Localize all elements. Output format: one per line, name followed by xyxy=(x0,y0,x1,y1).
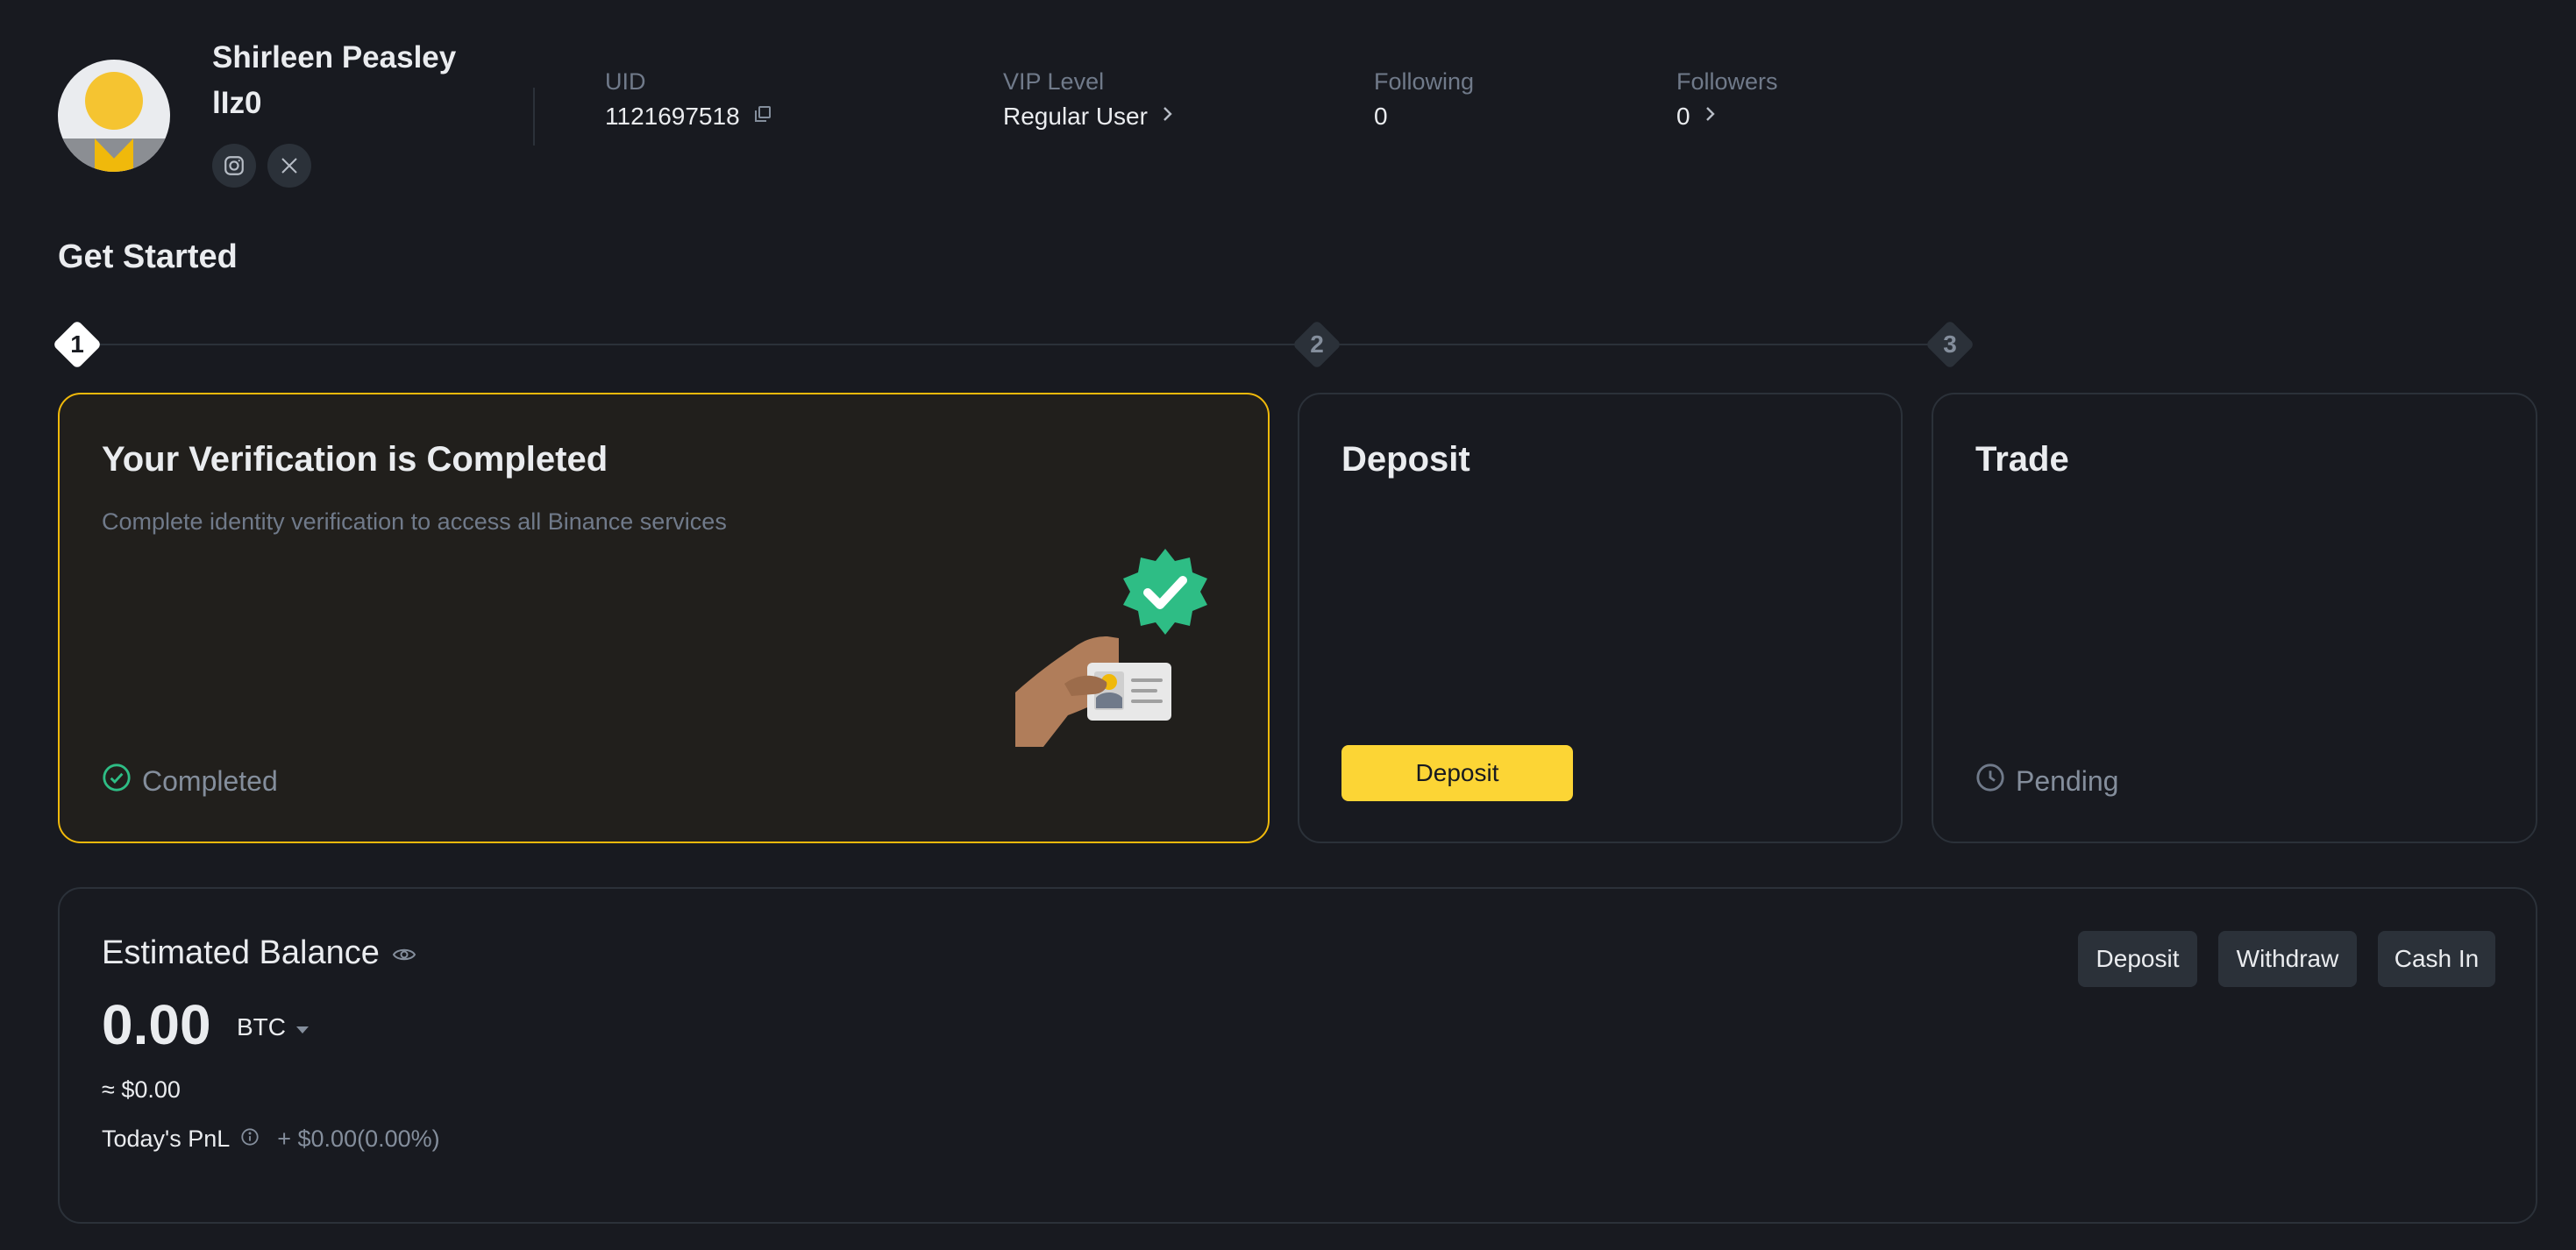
pnl-row: Today's PnL + $0.00(0.00%) xyxy=(102,1126,440,1153)
vip-block[interactable]: VIP Level Regular User xyxy=(1003,68,1174,131)
header-divider xyxy=(533,88,535,146)
verification-description: Complete identity verification to access… xyxy=(102,508,727,535)
x-icon[interactable] xyxy=(267,144,311,188)
deposit-button[interactable]: Deposit xyxy=(1341,745,1573,801)
step-2-number: 2 xyxy=(1310,330,1324,358)
trade-status: Pending xyxy=(1975,763,2118,799)
vip-label: VIP Level xyxy=(1003,68,1105,95)
copy-icon[interactable] xyxy=(752,103,773,131)
balance-amount: 0.00 xyxy=(102,993,211,1056)
avatar[interactable] xyxy=(58,60,170,172)
withdraw-button[interactable]: Withdraw xyxy=(2218,931,2357,987)
username: Shirleen Peasley lIz0 xyxy=(212,40,457,120)
verification-title: Your Verification is Completed xyxy=(102,440,608,479)
verification-status: Completed xyxy=(102,763,278,799)
step-3-number: 3 xyxy=(1943,330,1957,358)
currency-value: BTC xyxy=(237,1013,286,1040)
followers-label: Followers xyxy=(1676,68,1778,95)
verification-card[interactable]: Your Verification is Completed Complete … xyxy=(58,393,1270,843)
following-label: Following xyxy=(1374,68,1475,95)
clock-icon xyxy=(1975,763,2005,799)
balance-title: Estimated Balance xyxy=(102,934,380,971)
stepper-line xyxy=(93,344,1298,345)
chevron-right-icon[interactable] xyxy=(1160,103,1174,131)
get-started-title: Get Started xyxy=(58,238,238,275)
uid-block: UID 1121697518 xyxy=(605,68,773,131)
uid-label: UID xyxy=(605,68,646,95)
pnl-label: Today's PnL xyxy=(102,1126,231,1152)
check-circle-icon xyxy=(102,763,132,799)
uid-value: 1121697518 xyxy=(605,103,740,130)
trade-card-title: Trade xyxy=(1975,440,2069,479)
verification-status-text: Completed xyxy=(142,764,278,797)
caret-down-icon xyxy=(295,1013,310,1041)
stepper-line xyxy=(1334,344,1931,345)
cash-in-button[interactable]: Cash In xyxy=(2378,931,2495,987)
info-icon[interactable] xyxy=(240,1126,260,1153)
id-verification-illustration xyxy=(1015,549,1207,747)
step-1-number: 1 xyxy=(70,330,84,358)
step-2-marker: 2 xyxy=(1292,319,1342,370)
step-3-marker: 3 xyxy=(1925,319,1975,370)
deposit-card[interactable]: Deposit Deposit xyxy=(1298,393,1903,843)
vip-value[interactable]: Regular User xyxy=(1003,103,1148,131)
estimated-balance-panel: Estimated Balance 0.00 BTC ≈ $0.00 Today… xyxy=(58,887,2537,1224)
chevron-right-icon[interactable] xyxy=(1703,103,1717,131)
following-value: 0 xyxy=(1374,103,1388,130)
pnl-value: + $0.00(0.00%) xyxy=(277,1126,440,1152)
following-block: Following 0 xyxy=(1374,68,1474,131)
step-1-marker: 1 xyxy=(52,319,103,370)
deposit-card-title: Deposit xyxy=(1341,440,1470,479)
eye-icon[interactable] xyxy=(392,934,416,972)
instagram-icon[interactable] xyxy=(212,144,256,188)
currency-select[interactable]: BTC xyxy=(237,1013,310,1041)
trade-card[interactable]: Trade Pending xyxy=(1932,393,2537,843)
followers-value[interactable]: 0 xyxy=(1676,103,1690,131)
followers-block[interactable]: Followers 0 xyxy=(1676,68,1778,131)
balance-usd: ≈ $0.00 xyxy=(102,1076,181,1103)
trade-status-text: Pending xyxy=(2016,764,2119,797)
balance-deposit-button[interactable]: Deposit xyxy=(2078,931,2197,987)
